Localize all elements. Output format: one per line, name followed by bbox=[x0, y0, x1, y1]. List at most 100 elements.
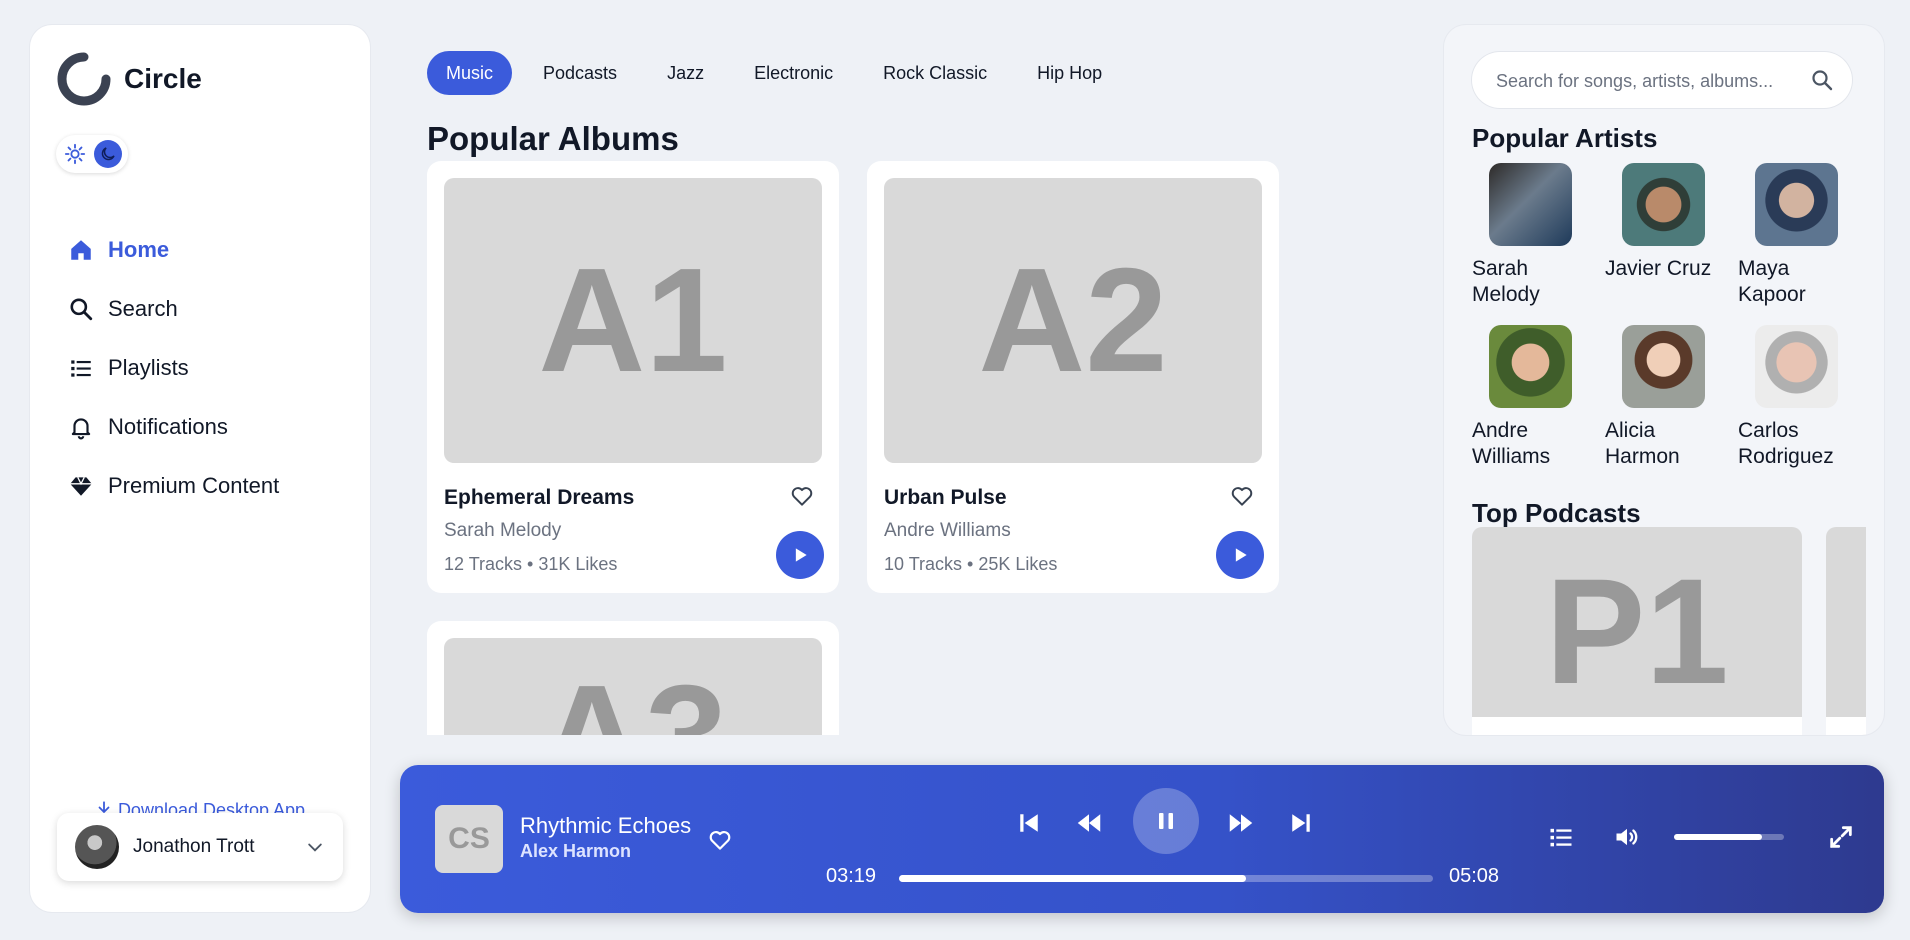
circle-logo-icon bbox=[57, 52, 111, 106]
artist-card[interactable]: Carlos Rodriguez bbox=[1738, 325, 1858, 470]
album-artist: Andre Williams bbox=[884, 520, 1011, 541]
user-name: Jonathon Trott bbox=[133, 836, 255, 857]
sidebar-item-premium[interactable]: Premium Content bbox=[68, 456, 348, 515]
sidebar-item-label: Home bbox=[108, 236, 170, 262]
home-icon bbox=[71, 239, 91, 260]
search-input[interactable] bbox=[1494, 52, 1798, 110]
album-row-clip: A3 bbox=[410, 620, 850, 735]
sidebar-item-label: Playlists bbox=[108, 354, 189, 380]
diamond-icon bbox=[70, 476, 92, 496]
play-button[interactable] bbox=[776, 531, 824, 579]
bell-icon bbox=[71, 417, 91, 439]
album-art: A2 bbox=[884, 178, 1262, 463]
tab-podcasts[interactable]: Podcasts bbox=[524, 51, 636, 95]
search-box[interactable] bbox=[1472, 52, 1852, 110]
album-title: Urban Pulse bbox=[884, 486, 1007, 509]
artist-card[interactable]: Maya Kapoor bbox=[1738, 163, 1858, 308]
dark-mode-button[interactable] bbox=[94, 140, 122, 168]
track-title: Rhythmic Echoes bbox=[520, 813, 692, 838]
artist-card[interactable]: Sarah Melody bbox=[1472, 163, 1592, 308]
tab-hip-hop[interactable]: Hip Hop bbox=[1018, 51, 1121, 95]
artist-photo bbox=[1489, 163, 1572, 246]
user-menu[interactable]: Jonathon Trott bbox=[57, 813, 343, 881]
player-bar: CS Rhythmic Echoes Alex Harmon 03:19 05:… bbox=[400, 765, 1884, 913]
play-button[interactable] bbox=[1216, 531, 1264, 579]
sidebar-item-search[interactable]: Search bbox=[68, 279, 348, 338]
artist-name: Maya Kapoor bbox=[1738, 257, 1806, 306]
gear-icon bbox=[64, 143, 86, 165]
queue-icon[interactable] bbox=[1547, 823, 1575, 851]
volume-fill bbox=[1674, 834, 1762, 840]
tab-electronic[interactable]: Electronic bbox=[735, 51, 852, 95]
rewind-icon[interactable] bbox=[1074, 808, 1104, 838]
progress-bar[interactable] bbox=[899, 875, 1433, 882]
tab-jazz[interactable]: Jazz bbox=[648, 51, 723, 95]
artist-photo bbox=[1622, 325, 1705, 408]
sidebar-nav: Home Search Playlists Notifications Prem… bbox=[68, 220, 348, 515]
artist-name: Carlos Rodriguez bbox=[1738, 419, 1834, 468]
sidebar-item-playlists[interactable]: Playlists bbox=[68, 338, 348, 397]
artist-card[interactable]: Andre Williams bbox=[1472, 325, 1592, 470]
album-art: A1 bbox=[444, 178, 822, 463]
play-icon bbox=[795, 548, 807, 562]
volume-slider[interactable] bbox=[1674, 834, 1784, 840]
heart-icon[interactable] bbox=[1229, 483, 1255, 509]
current-time: 03:19 bbox=[826, 865, 877, 887]
podcast-card-footer bbox=[1472, 717, 1802, 735]
sidebar-item-home[interactable]: Home bbox=[68, 220, 348, 279]
album-card[interactable]: A2 Urban Pulse Andre Williams 10 Tracks … bbox=[867, 161, 1279, 593]
brand[interactable]: Circle bbox=[56, 51, 202, 107]
podcast-card[interactable]: P1 bbox=[1472, 527, 1802, 735]
list-icon bbox=[71, 359, 91, 377]
app-title: Circle bbox=[124, 63, 202, 94]
tab-music[interactable]: Music bbox=[427, 51, 513, 95]
album-art: A3 bbox=[444, 638, 822, 735]
search-icon[interactable] bbox=[1810, 68, 1834, 92]
artist-photo bbox=[1489, 325, 1572, 408]
moon-icon bbox=[101, 147, 115, 161]
album-meta: 10 Tracks • 25K Likes bbox=[884, 554, 1058, 574]
genre-tabs: Music Podcasts Jazz Electronic Rock Clas… bbox=[427, 51, 1121, 95]
artist-photo bbox=[1755, 325, 1838, 408]
sidebar-item-label: Search bbox=[108, 295, 178, 321]
heart-icon[interactable] bbox=[789, 483, 815, 509]
total-time: 05:08 bbox=[1449, 865, 1500, 887]
album-meta: 12 Tracks • 31K Likes bbox=[444, 554, 618, 574]
artist-photo bbox=[1622, 163, 1705, 246]
skip-previous-icon[interactable] bbox=[1014, 808, 1044, 838]
podcast-card[interactable] bbox=[1826, 527, 1866, 735]
artist-name: Javier Cruz bbox=[1605, 257, 1712, 280]
play-icon bbox=[1235, 548, 1247, 562]
fullscreen-icon[interactable] bbox=[1827, 823, 1855, 851]
tab-rock-classic[interactable]: Rock Classic bbox=[864, 51, 1006, 95]
search-icon bbox=[70, 297, 93, 320]
track-cover: CS bbox=[435, 805, 503, 873]
artist-name: Sarah Melody bbox=[1472, 257, 1540, 306]
heart-icon[interactable] bbox=[707, 827, 733, 853]
sidebar-item-label: Notifications bbox=[108, 413, 228, 439]
pause-icon bbox=[1159, 813, 1173, 829]
album-card[interactable]: A1 Ephemeral Dreams Sarah Melody 12 Trac… bbox=[427, 161, 839, 593]
skip-next-icon[interactable] bbox=[1286, 808, 1316, 838]
sidebar-item-label: Premium Content bbox=[108, 472, 280, 498]
sidebar: Circle Home Search Playlists Notificatio… bbox=[30, 25, 370, 912]
podcast-art: P1 bbox=[1545, 547, 1729, 715]
popular-artists-title: Popular Artists bbox=[1472, 123, 1658, 153]
artist-name: Andre Williams bbox=[1472, 419, 1551, 468]
volume-icon[interactable] bbox=[1613, 823, 1641, 851]
album-title: Ephemeral Dreams bbox=[444, 486, 635, 509]
fast-forward-icon[interactable] bbox=[1226, 808, 1256, 838]
artist-card[interactable]: Javier Cruz bbox=[1605, 163, 1725, 282]
theme-toggle[interactable] bbox=[56, 135, 128, 173]
right-panel: Popular Artists SarahMelody Javier Cruz … bbox=[1444, 25, 1884, 735]
artist-name: Alicia Harmon bbox=[1605, 419, 1680, 468]
sidebar-item-notifications[interactable]: Notifications bbox=[68, 397, 348, 456]
chevron-down-icon bbox=[308, 843, 322, 852]
track-artist: Alex Harmon bbox=[520, 841, 632, 861]
album-card[interactable]: A3 bbox=[427, 621, 839, 735]
progress-fill bbox=[899, 875, 1247, 882]
pause-button[interactable] bbox=[1133, 788, 1199, 854]
avatar bbox=[75, 825, 119, 869]
section-title: Popular Albums bbox=[427, 120, 679, 157]
artist-card[interactable]: Alicia Harmon bbox=[1605, 325, 1725, 470]
